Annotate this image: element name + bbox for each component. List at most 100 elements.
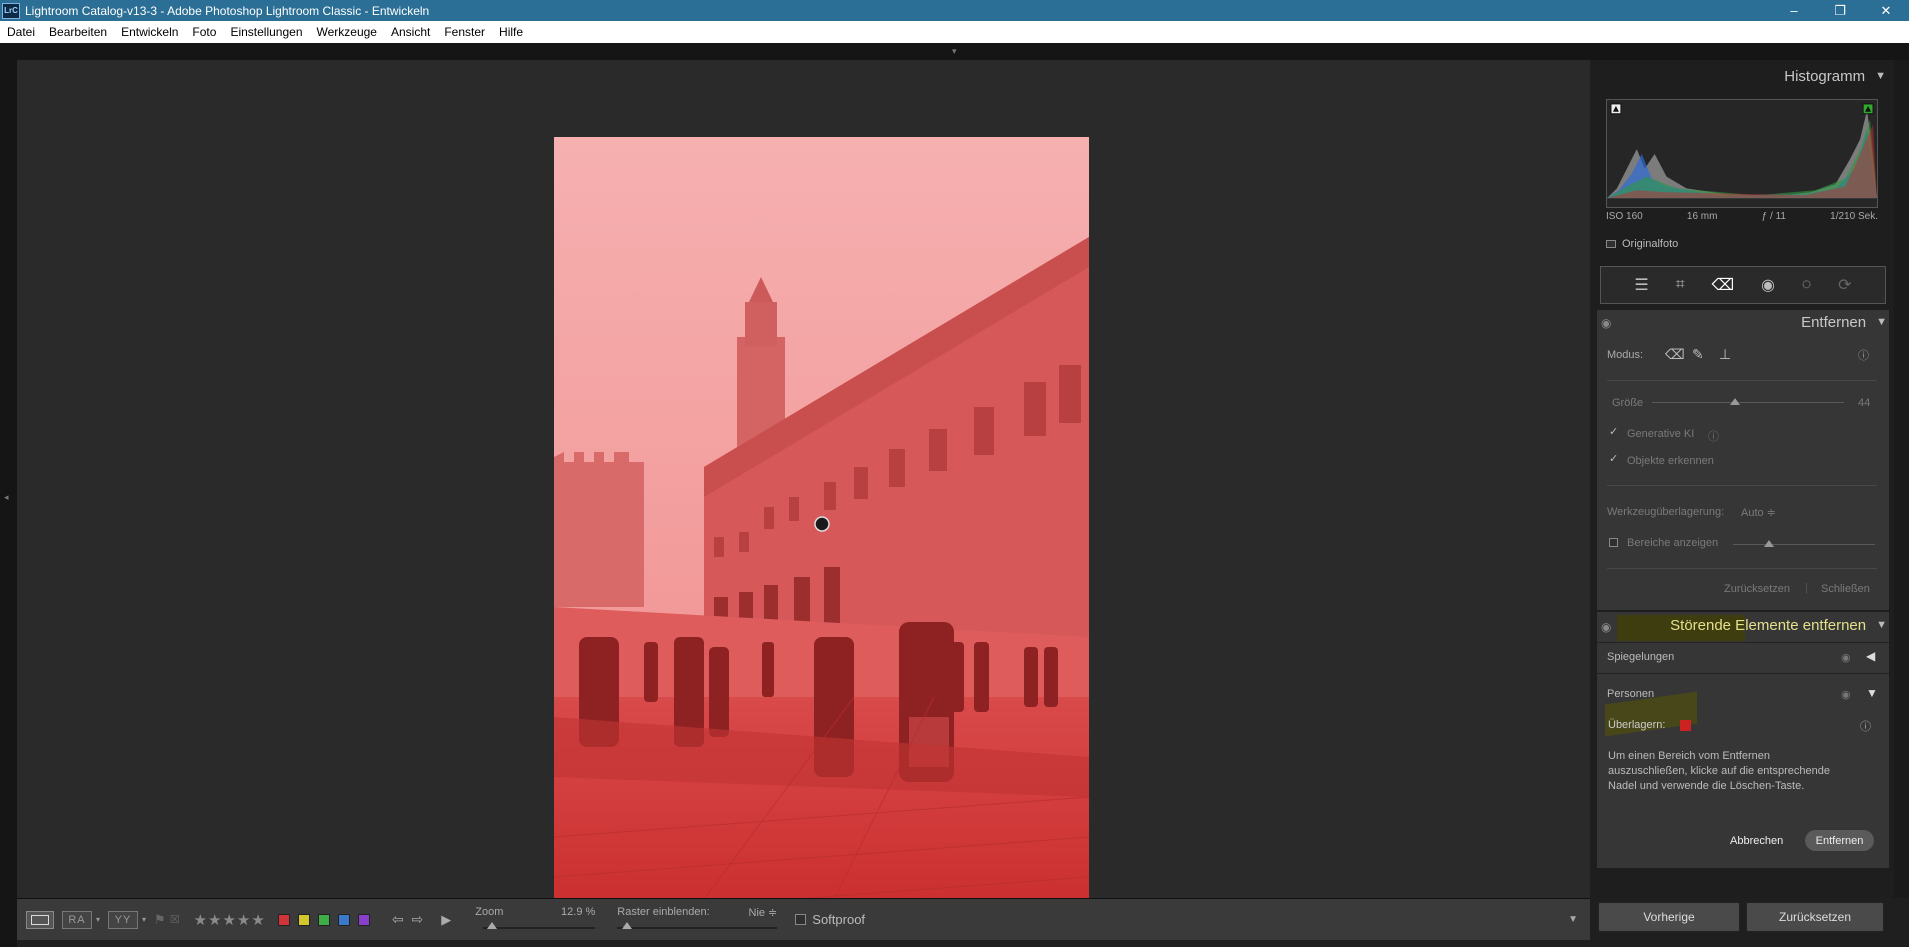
menu-entwickeln[interactable]: Entwickeln (114, 25, 185, 39)
copy-dropdown-icon[interactable]: ▾ (142, 915, 146, 924)
histogram-title: Histogramm (1784, 67, 1866, 85)
minimize-button[interactable]: – (1771, 0, 1817, 21)
presets-icon[interactable]: ⟳ (1838, 275, 1851, 295)
size-slider-thumb[interactable] (1729, 398, 1740, 405)
loupe-view-button[interactable] (26, 910, 54, 929)
remove-mode-eraser-icon[interactable]: ⌫ (1665, 346, 1685, 363)
crop-icon[interactable]: ⌗ (1676, 276, 1685, 294)
edit-sliders-icon[interactable]: ☰ (1634, 275, 1648, 295)
color-label-green[interactable] (317, 913, 330, 926)
menu-werkzeuge[interactable]: Werkzeuge (310, 25, 384, 39)
show-areas-checkbox[interactable] (1609, 538, 1618, 547)
photo-canvas[interactable] (17, 60, 1590, 940)
color-label-yellow[interactable] (297, 913, 310, 926)
color-label-purple[interactable] (357, 913, 370, 926)
rating-stars[interactable]: ★★★★★ (194, 911, 266, 929)
remove-panel-collapse-icon[interactable]: ▼ (1876, 316, 1887, 328)
color-label-red[interactable] (277, 913, 290, 926)
menu-fenster[interactable]: Fenster (437, 25, 492, 39)
histogram-header[interactable]: Histogramm ▼ (1596, 62, 1886, 90)
zoom-slider-thumb[interactable] (487, 921, 498, 929)
reset-button[interactable]: Zurücksetzen (1746, 902, 1884, 932)
grid-control: Raster einblenden: Nie ≑ (617, 903, 778, 937)
toolbar-options-icon[interactable]: ▼ (1568, 914, 1578, 925)
grid-dropdown[interactable]: Nie ≑ (749, 906, 778, 919)
reflections-visibility-icon[interactable]: ◉ (1841, 651, 1851, 664)
original-photo-checkbox[interactable] (1606, 240, 1616, 248)
reflections-label[interactable]: Spiegelungen (1607, 651, 1674, 663)
show-areas-slider-track[interactable] (1733, 544, 1875, 545)
remove-panel-header[interactable]: Entfernen ▼ (1597, 308, 1887, 336)
previous-photo-icon[interactable]: ⇦ (392, 911, 404, 928)
zoom-label: Zoom (475, 905, 504, 918)
next-photo-icon[interactable]: ⇨ (412, 911, 424, 928)
cancel-button[interactable]: Abbrechen (1730, 835, 1783, 847)
people-collapse-icon[interactable]: ▼ (1866, 686, 1878, 700)
menu-datei[interactable]: Datei (0, 25, 42, 39)
masking-icon[interactable]: ◌ (1802, 276, 1812, 294)
people-visibility-icon[interactable]: ◉ (1841, 688, 1851, 701)
distractions-panel-header[interactable]: Störende Elemente entfernen ▼ (1597, 611, 1887, 639)
mode-help-icon[interactable]: ⓘ (1858, 347, 1869, 363)
top-panel-toggle-strip: ▾ (0, 43, 1909, 60)
softproof-label: Softproof (812, 912, 866, 927)
generative-ai-help-icon[interactable]: ⓘ (1708, 428, 1719, 444)
menu-bearbeiten[interactable]: Bearbeiten (42, 25, 114, 39)
grid-label: Raster einblenden: (617, 905, 710, 918)
show-areas-slider-thumb[interactable] (1763, 540, 1774, 547)
overlay-color-swatch[interactable] (1680, 720, 1691, 731)
photo-with-mask-overlay[interactable] (554, 137, 1089, 940)
menu-foto[interactable]: Foto (185, 25, 223, 39)
overlay-help-icon[interactable]: ⓘ (1860, 718, 1871, 734)
heal-mode-icon[interactable]: ✎ (1692, 346, 1704, 363)
reject-flag-icon[interactable]: ☒ (170, 913, 180, 926)
zoom-slider-track[interactable] (483, 926, 596, 929)
tool-overlay-dropdown[interactable]: Auto ≑ (1741, 506, 1776, 519)
before-after-dropdown-icon[interactable]: ▾ (96, 915, 100, 924)
generative-ai-checkbox[interactable]: ✓ (1609, 425, 1618, 438)
remove-reset-button[interactable]: Zurücksetzen (1724, 583, 1790, 595)
previous-button[interactable]: Vorherige (1598, 902, 1740, 932)
menu-ansicht[interactable]: Ansicht (384, 25, 437, 39)
exif-focal-length: 16 mm (1686, 211, 1718, 222)
detect-objects-label: Objekte erkennen (1627, 455, 1714, 467)
left-panel-toggle-icon[interactable]: ◂ (4, 492, 9, 503)
detect-objects-checkbox[interactable]: ✓ (1609, 452, 1618, 465)
separator: | (1805, 582, 1808, 594)
before-after-view-button[interactable]: RA (62, 910, 92, 929)
divider (1607, 380, 1877, 381)
app-icon: LrC (2, 2, 20, 19)
remove-button[interactable]: Entfernen (1805, 830, 1874, 851)
clone-mode-icon[interactable]: ⊥ (1719, 346, 1731, 363)
histogram-collapse-icon[interactable]: ▼ (1875, 70, 1886, 82)
top-panel-toggle-icon[interactable]: ▾ (952, 46, 957, 57)
exclude-hint-text: Um einen Bereich vom Entfernen auszuschl… (1608, 750, 1830, 792)
left-panel-toggle-strip: ◂ (0, 60, 17, 947)
remove-close-button[interactable]: Schließen (1821, 583, 1870, 595)
softproof-checkbox[interactable] (795, 914, 807, 925)
flag-icon[interactable]: ⚑ (154, 912, 166, 928)
grid-slider-track[interactable] (617, 926, 778, 929)
eraser-remove-icon[interactable]: ⌫ (1711, 275, 1734, 295)
grid-slider-thumb[interactable] (622, 921, 633, 929)
bottom-toolbar: RA ▾ YY ▾ ⚑ ☒ ★★★★★ ⇦ ⇨ ▶ Zoom 12.9 % Ra… (17, 898, 1590, 940)
maximize-button[interactable]: ❐ (1817, 0, 1863, 21)
zoom-value: 12.9 % (561, 905, 596, 918)
histogram-graph[interactable] (1606, 99, 1878, 208)
size-slider-track[interactable] (1652, 402, 1844, 403)
slideshow-play-icon[interactable]: ▶ (441, 912, 451, 928)
original-photo-toggle[interactable]: Originalfoto (1606, 238, 1678, 250)
softproof-toggle[interactable]: Softproof (795, 912, 865, 927)
right-panel-scrollbar[interactable] (1894, 60, 1909, 898)
before-after-copy-button[interactable]: YY (108, 910, 139, 929)
close-button[interactable]: ✕ (1863, 0, 1909, 21)
distractions-panel-collapse-icon[interactable]: ▼ (1876, 619, 1887, 631)
photo-illustration (554, 137, 1089, 940)
develop-tool-strip: ☰ ⌗ ⌫ ◉ ◌ ⟳ (1600, 266, 1886, 304)
original-photo-label: Originalfoto (1622, 238, 1679, 250)
red-eye-icon[interactable]: ◉ (1761, 275, 1775, 295)
reflections-expand-icon[interactable]: ◀ (1866, 649, 1875, 663)
menu-einstellungen[interactable]: Einstellungen (223, 25, 309, 39)
color-label-blue[interactable] (337, 913, 350, 926)
menu-hilfe[interactable]: Hilfe (492, 25, 530, 39)
